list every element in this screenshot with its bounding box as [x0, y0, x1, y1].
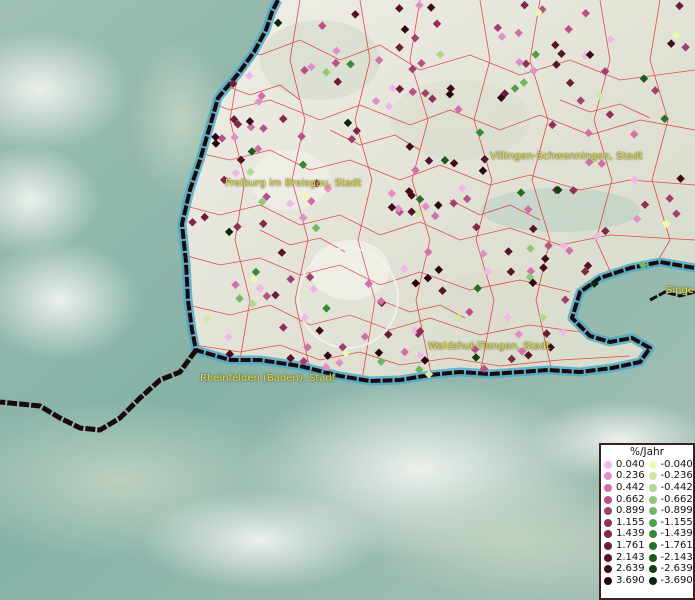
legend-entry: 2.143	[604, 552, 649, 564]
legend-swatch-icon	[648, 541, 657, 550]
city-label-waldshut[interactable]: Waldshut-Tiengen, Stadt	[428, 341, 550, 352]
legend-positive-column: 0.040 0.236 0.442 0.662 0.899 1.155 1.439 1.761…	[604, 459, 649, 587]
legend-swatch-icon	[604, 541, 612, 550]
legend-swatch-icon	[604, 483, 612, 492]
legend-swatch-icon	[648, 518, 657, 527]
legend-swatch-icon	[648, 495, 657, 504]
legend-value: 0.662	[616, 493, 645, 505]
legend-entry: 3.690	[604, 575, 649, 587]
legend-entry: 1.439	[604, 529, 649, 541]
legend-entry: -0.236	[648, 470, 694, 483]
legend-value: -0.442	[660, 481, 693, 493]
legend-value: 2.639	[616, 563, 645, 575]
city-label-rheinfelden[interactable]: Rheinfelden (Baden), Stadt	[200, 373, 336, 384]
legend-entry: 0.040	[604, 459, 649, 471]
legend-swatch-icon	[648, 576, 657, 585]
legend-value: -2.143	[660, 551, 693, 563]
legend-swatch-icon	[648, 565, 657, 574]
legend-value: 0.442	[616, 481, 645, 493]
legend-negative-column: -0.040 -0.236 -0.442 -0.662 -0.899 -1.155 -1.4…	[648, 458, 694, 587]
legend-swatch-icon	[604, 530, 612, 539]
legend-value: 2.143	[616, 551, 645, 563]
legend-swatch-icon	[604, 460, 612, 469]
legend-swatch-icon	[604, 495, 612, 504]
legend-value: 0.236	[616, 470, 645, 482]
legend-value: 1.155	[616, 516, 645, 528]
legend-value: 0.040	[616, 458, 645, 470]
legend-swatch-icon	[648, 460, 657, 469]
city-label-freiburg[interactable]: Freiburg im Breisgau, Stadt	[225, 178, 361, 189]
legend-value: 1.439	[616, 528, 645, 540]
legend-swatch-icon	[648, 472, 657, 481]
legend-value: -0.662	[660, 493, 693, 505]
legend-entry: 0.662	[604, 494, 649, 506]
legend-swatch-icon	[604, 576, 612, 585]
legend-swatch-icon	[648, 483, 657, 492]
legend-entry: -0.899	[648, 505, 694, 517]
legend-entry: 0.899	[604, 505, 649, 517]
legend-swatch-icon	[604, 518, 612, 527]
legend-entry: -1.761	[648, 539, 694, 552]
legend-value: -1.439	[660, 528, 693, 540]
legend-entry: -1.439	[648, 528, 694, 541]
legend-entry: 1.761	[604, 540, 649, 552]
legend-value: -2.639	[660, 563, 693, 575]
legend-swatch-icon	[648, 507, 657, 516]
city-label-singen[interactable]: Singe	[666, 285, 694, 296]
legend-entry: -2.143	[648, 551, 694, 564]
legend-swatch-icon	[648, 530, 657, 539]
legend-value: -0.899	[660, 505, 693, 517]
legend-value: 0.899	[616, 505, 645, 517]
legend-entry: -0.040	[648, 458, 694, 471]
legend-entry: -0.442	[648, 481, 694, 494]
legend-entry: 0.442	[604, 482, 649, 494]
legend-value: -3.690	[660, 574, 693, 586]
map-view[interactable]: Freiburg im Breisgau, Stadt Villingen-Sc…	[0, 0, 695, 600]
map-legend: %/Jahr 0.040 0.236 0.442 0.662 0.899 1.155 1.4…	[599, 443, 695, 600]
legend-title: %/Jahr	[629, 446, 665, 458]
legend-swatch-icon	[604, 507, 612, 516]
legend-swatch-icon	[604, 565, 612, 574]
legend-swatch-icon	[604, 472, 612, 481]
legend-entry: -2.639	[648, 563, 694, 575]
legend-value: -0.236	[660, 470, 693, 482]
legend-entry: 2.639	[604, 563, 649, 575]
city-label-villingen[interactable]: Villingen-Schwenningen, Stadt	[490, 151, 643, 162]
legend-entry: -3.690	[648, 574, 694, 587]
legend-entry: 0.236	[604, 471, 649, 483]
legend-swatch-icon	[604, 553, 612, 562]
legend-value: -1.155	[660, 516, 693, 528]
legend-value: 3.690	[616, 574, 645, 586]
legend-value: -1.761	[660, 539, 693, 551]
basemap	[0, 0, 695, 600]
legend-swatch-icon	[648, 553, 657, 562]
legend-entry: -0.662	[648, 493, 694, 506]
legend-entry: -1.155	[648, 516, 694, 529]
legend-value: -0.040	[660, 458, 693, 470]
legend-entry: 1.155	[604, 517, 649, 529]
legend-value: 1.761	[616, 539, 645, 551]
